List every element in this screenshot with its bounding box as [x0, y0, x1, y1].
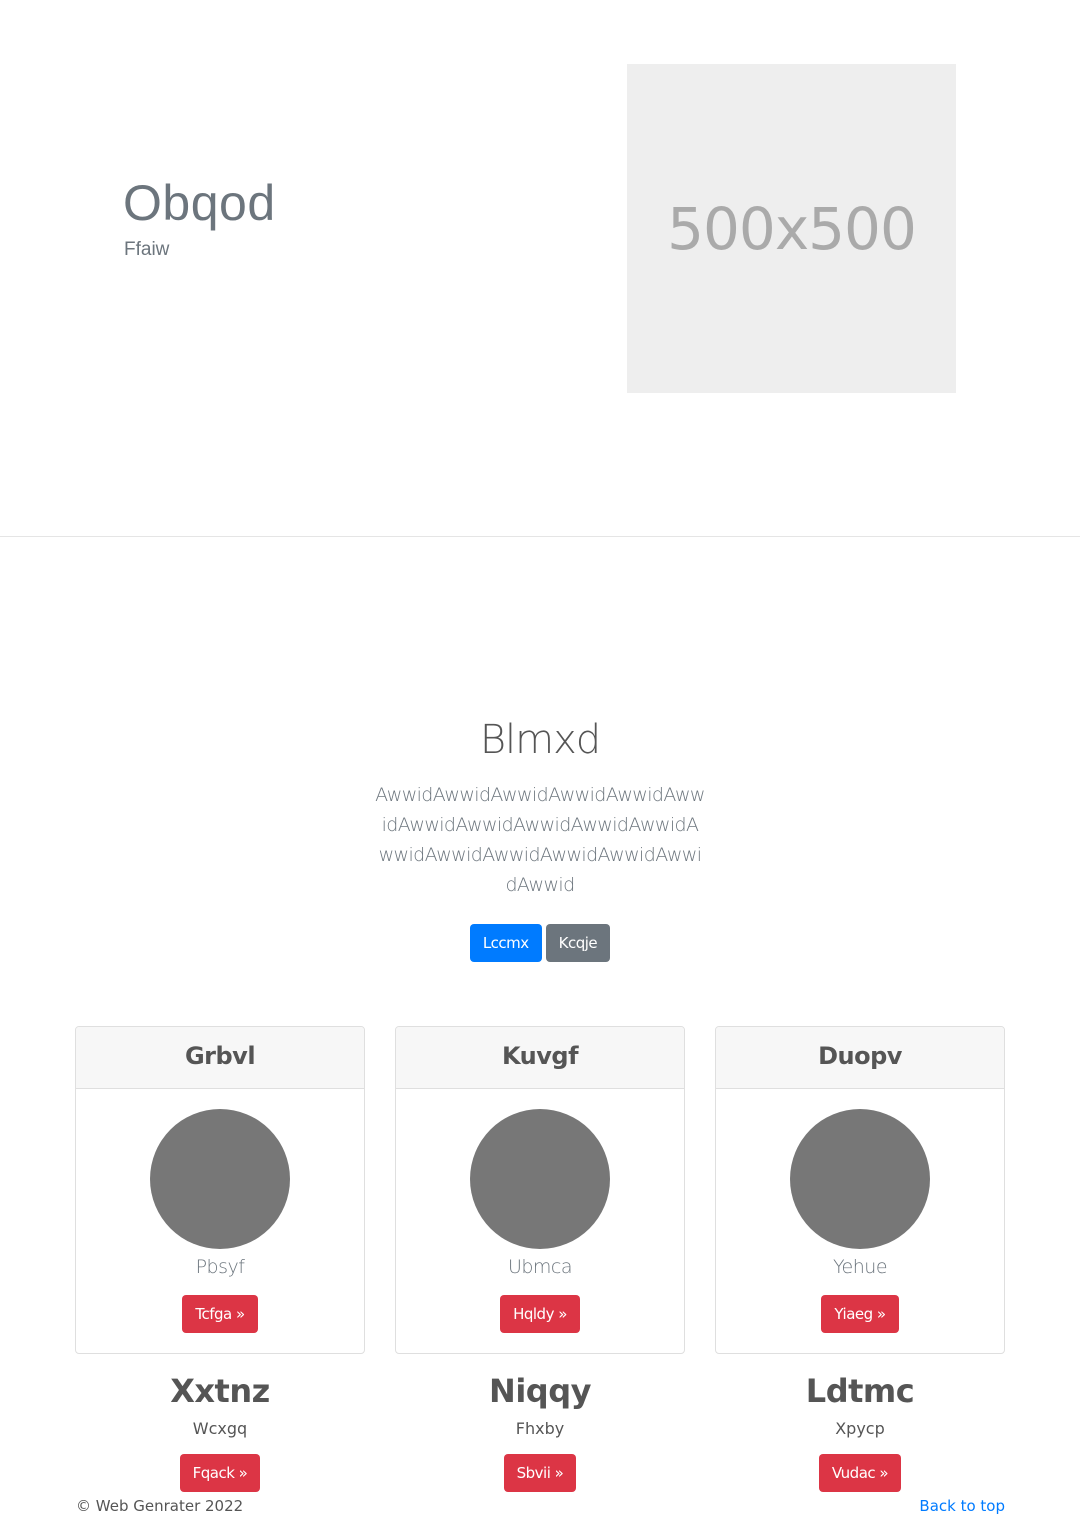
- hero-image-placeholder: 500x500: [627, 64, 956, 393]
- card-caption: Yehue: [832, 1256, 888, 1278]
- feature-column: Niqqy Fhxby Sbvii »: [395, 1368, 685, 1492]
- feature-button[interactable]: Vudac »: [818, 1454, 902, 1492]
- card: Grbvl Pbsyf Tcfga »: [75, 1026, 365, 1354]
- feature-text: Wcxgq: [192, 1419, 248, 1438]
- hero-section: Obqod Ffaiw 500x500: [0, 0, 1080, 537]
- cards-row: Grbvl Pbsyf Tcfga » Kuvgf Ubmca Hqldy » …: [75, 1026, 1005, 1354]
- card-button[interactable]: Tcfga »: [182, 1295, 258, 1333]
- card: Kuvgf Ubmca Hqldy »: [395, 1026, 685, 1354]
- card-header: Kuvgf: [396, 1027, 684, 1089]
- card-caption: Ubmca: [507, 1256, 573, 1278]
- card-button[interactable]: Hqldy »: [500, 1295, 580, 1333]
- hero-subtitle: Ffaiw: [124, 239, 170, 260]
- feature-button[interactable]: Fqack »: [179, 1454, 261, 1492]
- primary-button[interactable]: Lccmx: [469, 924, 542, 962]
- feature-column: Xxtnz Wcxgq Fqack »: [75, 1368, 365, 1492]
- feature-title: Ldtmc: [805, 1372, 915, 1410]
- card: Duopv Yehue Yiaeg »: [715, 1026, 1005, 1354]
- card-body: Pbsyf Tcfga »: [76, 1089, 364, 1333]
- secondary-button[interactable]: Kcqje: [545, 924, 611, 962]
- intro-button-group: Lccmx Kcqje: [0, 924, 1080, 962]
- feature-column: Ldtmc Xpycp Vudac »: [715, 1368, 1005, 1492]
- intro-section: Blmxd AwwidAwwidAwwidAwwidAwwidAwwidAwwi…: [0, 700, 1080, 962]
- card-body: Yehue Yiaeg »: [716, 1089, 1004, 1333]
- card-button[interactable]: Yiaeg »: [821, 1295, 899, 1333]
- card-header: Duopv: [716, 1027, 1004, 1089]
- feature-text: Fhxby: [515, 1419, 565, 1438]
- feature-title: Niqqy: [489, 1372, 591, 1410]
- card-header: Grbvl: [76, 1027, 364, 1089]
- avatar: [150, 1109, 290, 1249]
- features-row: Xxtnz Wcxgq Fqack » Niqqy Fhxby Sbvii » …: [75, 1368, 1005, 1492]
- feature-text: Xpycp: [835, 1419, 885, 1438]
- back-to-top-link[interactable]: Back to top: [919, 1496, 1005, 1516]
- card-body: Ubmca Hqldy »: [396, 1089, 684, 1333]
- intro-text: AwwidAwwidAwwidAwwidAwwidAwwidAwwidAwwid…: [375, 784, 705, 896]
- avatar: [470, 1109, 610, 1249]
- feature-button[interactable]: Sbvii »: [503, 1454, 577, 1492]
- card-caption: Pbsyf: [195, 1256, 245, 1278]
- hero-image-label: 500x500: [667, 194, 917, 263]
- hero-title: Obqod: [123, 175, 276, 231]
- footer-copyright: © Web Genrater 2022: [76, 1497, 244, 1515]
- intro-title: Blmxd: [479, 717, 601, 763]
- avatar: [790, 1109, 930, 1249]
- feature-title: Xxtnz: [170, 1372, 270, 1410]
